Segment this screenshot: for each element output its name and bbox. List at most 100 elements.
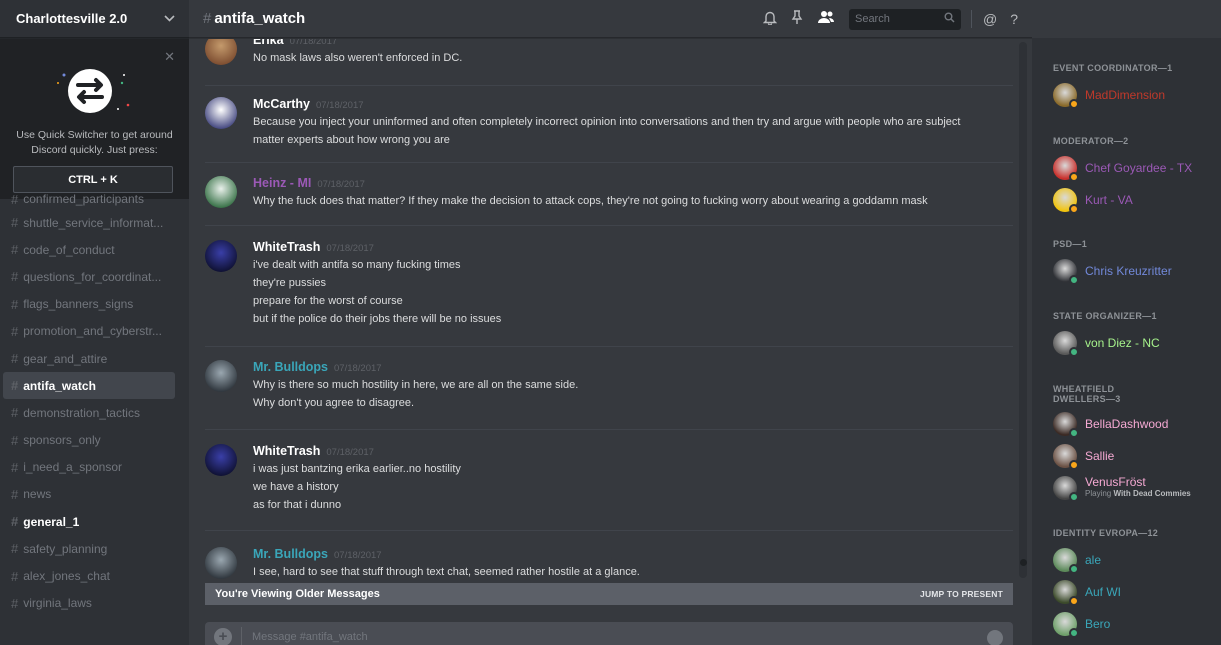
avatar[interactable] — [205, 547, 237, 579]
member-item[interactable]: Auf WI — [1053, 580, 1221, 608]
username[interactable]: WhiteTrash — [253, 240, 320, 254]
hash-icon: # — [11, 432, 19, 448]
avatar[interactable] — [205, 240, 237, 272]
avatar[interactable] — [205, 39, 237, 65]
member-item[interactable]: MadDimension — [1053, 83, 1221, 111]
message-text: matter experts about how wrong you are — [253, 134, 450, 146]
jump-to-present-button[interactable]: JUMP TO PRESENT — [920, 589, 1003, 599]
message-header: WhiteTrash 07/18/2017 — [253, 444, 1013, 460]
timestamp: 07/18/2017 — [334, 363, 382, 374]
help-icon[interactable]: ? — [1010, 11, 1018, 27]
message-divider — [205, 429, 1013, 430]
guild-name: Charlottesville 2.0 — [16, 11, 128, 26]
member-name: Bero — [1085, 617, 1111, 631]
role-header: WHEATFIELD DWELLERS—3 — [1053, 384, 1121, 404]
message-text: as for that i dunno — [253, 499, 342, 511]
member-item[interactable]: Sallie — [1053, 444, 1221, 472]
role-header: PSD—1 — [1053, 239, 1088, 249]
channel-sidebar: Charlottesville 2.0 ✕ Use Quick Switcher… — [0, 0, 189, 645]
message-text: but if the police do their jobs there wi… — [253, 313, 502, 325]
member-name: VenusFröst — [1085, 475, 1146, 489]
username[interactable]: Erika — [253, 39, 284, 47]
channel-item[interactable]: # shuttle_service_informat... — [3, 209, 175, 236]
message-body: Heinz - MI 07/18/2017 Why the fuck does th… — [253, 176, 1013, 210]
older-messages-bar: You're Viewing Older Messages JUMP TO PR… — [205, 583, 1013, 605]
channel-item[interactable]: # questions_for_coordinat... — [3, 263, 175, 290]
emoji-icon[interactable] — [987, 630, 1003, 645]
channel-label: sponsors_only — [23, 433, 101, 448]
channel-item[interactable]: # promotion_and_cyberstr... — [3, 318, 175, 345]
channel-item[interactable]: # safety_planning — [3, 535, 175, 562]
username[interactable]: Mr. Bulldops — [253, 360, 328, 374]
pin-icon[interactable] — [791, 9, 803, 29]
hash-icon: # — [11, 568, 19, 584]
channel-item[interactable]: # i_need_a_sponsor — [3, 454, 175, 481]
guild-header[interactable]: Charlottesville 2.0 — [0, 0, 189, 38]
mention-icon[interactable]: @ — [983, 11, 997, 27]
member-item[interactable]: Bero — [1053, 612, 1221, 640]
member-name: MadDimension — [1085, 88, 1166, 102]
username[interactable]: WhiteTrash — [253, 444, 320, 458]
channel-item[interactable]: # sponsors_only — [3, 427, 175, 454]
search-input[interactable]: Search — [848, 8, 961, 30]
member-item[interactable]: BellaDashwood — [1053, 412, 1221, 440]
channel-label: gear_and_attire — [23, 351, 108, 366]
channel-item[interactable]: # confirmed_participants — [3, 189, 175, 209]
channel-item[interactable]: # general_1 — [3, 508, 175, 535]
status-indicator — [1069, 99, 1079, 109]
hash-icon: # — [11, 296, 19, 312]
message-header: McCarthy 07/18/2017 — [253, 97, 1013, 113]
channel-name: antifa_watch — [214, 10, 306, 27]
member-item[interactable]: Chef Goyardee - TX — [1053, 156, 1221, 184]
channel-item[interactable]: # demonstration_tactics — [3, 399, 175, 426]
channel-item[interactable]: # alex_jones_chat — [3, 562, 175, 589]
username[interactable]: Heinz - MI — [253, 176, 311, 190]
member-name: Chef Goyardee - TX — [1085, 161, 1193, 175]
channel-label: safety_planning — [23, 541, 108, 556]
avatar[interactable] — [205, 360, 237, 392]
member-item[interactable]: ale — [1053, 548, 1221, 576]
member-name: Auf WI — [1085, 585, 1122, 599]
avatar[interactable] — [205, 444, 237, 476]
scrollbar[interactable] — [1019, 42, 1027, 578]
hash-icon: # — [203, 10, 212, 27]
bell-icon[interactable] — [762, 10, 778, 29]
channel-label: demonstration_tactics — [23, 405, 140, 420]
username[interactable]: Mr. Bulldops — [253, 547, 328, 561]
avatar[interactable] — [205, 97, 237, 129]
message-header: Heinz - MI 07/18/2017 — [253, 176, 1013, 192]
message-input[interactable]: Message #antifa_watch — [252, 631, 368, 643]
channel-item[interactable]: # news — [3, 481, 175, 508]
message-composer[interactable]: + Message #antifa_watch — [205, 622, 1013, 645]
member-name: BellaDashwood — [1085, 417, 1169, 431]
message-header: WhiteTrash 07/18/2017 — [253, 240, 1013, 256]
channel-label: virginia_laws — [23, 596, 92, 611]
channel-header: # antifa_watch Search @ ? — [189, 0, 1032, 38]
hash-icon: # — [11, 269, 19, 285]
username[interactable]: McCarthy — [253, 97, 310, 111]
chevron-down-icon[interactable] — [164, 13, 175, 25]
channel-item[interactable]: # gear_and_attire — [3, 345, 175, 372]
member-item[interactable]: VenusFröst Playing With Dead Commies — [1053, 475, 1221, 504]
channel-item[interactable]: # virginia_laws — [3, 590, 175, 617]
upload-plus-icon[interactable]: + — [214, 628, 232, 645]
scroll-thumb[interactable] — [1020, 559, 1027, 566]
channel-label: confirmed_participants — [23, 192, 144, 206]
member-name: Kurt - VA — [1085, 193, 1133, 207]
status-indicator — [1069, 347, 1079, 357]
member-item[interactable]: Chris Kreuzritter — [1053, 259, 1221, 287]
toolbar-separator — [970, 10, 972, 28]
status-indicator — [1069, 275, 1079, 285]
channel-item[interactable]: # code_of_conduct — [3, 236, 175, 263]
status-indicator — [1069, 172, 1079, 182]
message-header: Mr. Bulldops 07/18/2017 — [253, 547, 1013, 563]
close-icon[interactable]: ✕ — [164, 49, 175, 65]
hash-icon: # — [11, 486, 19, 502]
channel-item[interactable]: # flags_banners_signs — [3, 291, 175, 318]
channel-item[interactable]: # antifa_watch — [3, 372, 175, 400]
member-item[interactable]: von Diez - NC — [1053, 331, 1221, 359]
members-icon[interactable] — [817, 10, 835, 28]
channel-list: # confirmed_participants # shuttle_service_… — [0, 192, 189, 617]
avatar[interactable] — [205, 176, 237, 208]
member-item[interactable]: Kurt - VA — [1053, 188, 1221, 216]
